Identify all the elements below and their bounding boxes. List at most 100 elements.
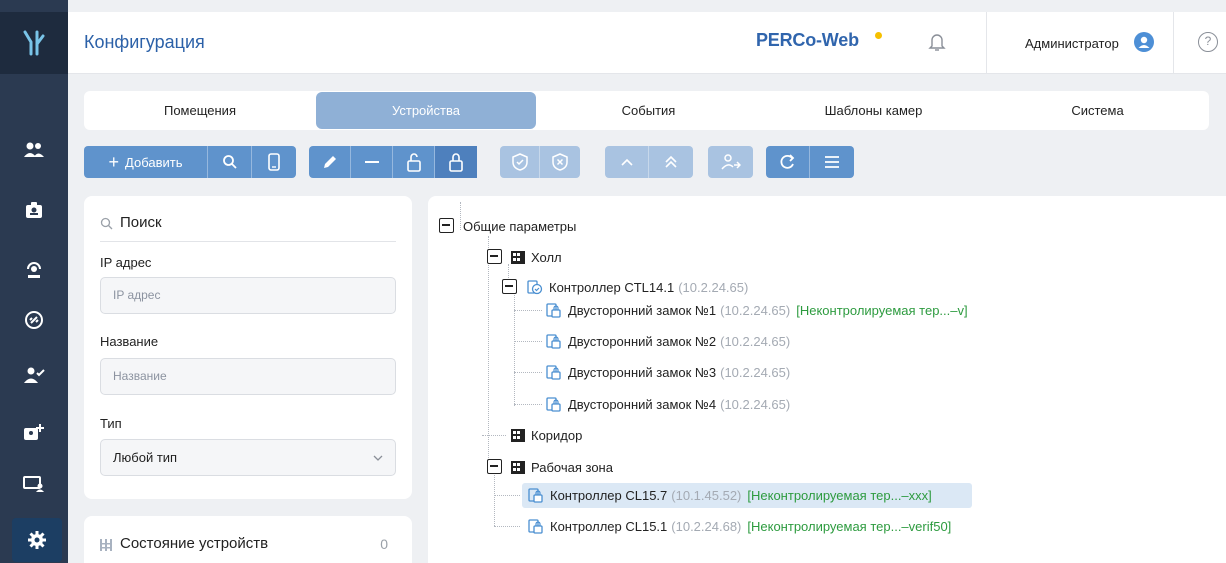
- building-icon: [511, 428, 525, 442]
- shield-check-icon: [511, 153, 528, 171]
- toolbar-group-collapse: [605, 146, 693, 178]
- user-avatar-icon[interactable]: [1134, 32, 1154, 52]
- search-header: Поиск: [100, 214, 396, 242]
- collapse-toggle[interactable]: [487, 459, 502, 474]
- toolbar-group-assign: [708, 146, 753, 178]
- search-icon: [100, 217, 113, 230]
- left-navigation: [0, 0, 68, 563]
- collapse-button[interactable]: [605, 146, 649, 178]
- lock-device-icon: [546, 397, 561, 412]
- add-button[interactable]: + Добавить: [84, 146, 208, 178]
- lock-2-ip: (10.2.24.65): [720, 333, 791, 349]
- tree-node-root[interactable]: Общие параметры: [463, 215, 576, 237]
- device-status-count: 0: [380, 536, 388, 552]
- remove-button[interactable]: [351, 146, 393, 178]
- controller-lock-icon: [528, 519, 543, 534]
- tab-events[interactable]: События: [536, 91, 761, 130]
- double-chevron-up-icon: [665, 155, 677, 168]
- controller-cl15-7-name: Контроллер CL15.7: [550, 487, 668, 503]
- shield-x-icon: [552, 153, 568, 171]
- nav-users-icon[interactable]: [0, 128, 68, 172]
- tree-node-corridor[interactable]: Коридор: [511, 424, 582, 446]
- main-tabs: Помещения Устройства События Шаблоны кам…: [84, 91, 1209, 130]
- menu-button[interactable]: [810, 146, 854, 178]
- tree-line: [488, 236, 489, 464]
- separator: [1173, 12, 1174, 74]
- tree-node-hall-label: Холл: [531, 249, 562, 265]
- top-bar: Конфигурация PERCo-Web Администратор ?: [68, 12, 1226, 74]
- lock-button[interactable]: [435, 146, 477, 178]
- tree-node-corridor-label: Коридор: [531, 427, 583, 443]
- nav-link-icon[interactable]: [0, 298, 68, 342]
- ip-label: IP адрес: [100, 255, 152, 270]
- tree-node-lock-4[interactable]: Двусторонний замок №4 (10.2.24.65): [546, 393, 790, 415]
- assign-button[interactable]: [708, 146, 753, 178]
- lock-1-zone-note: [Неконтролируемая тер...–v]: [796, 302, 968, 318]
- tree-node-controller-cl15-7[interactable]: Контроллер CL15.7 (10.1.45.52) [Неконтро…: [528, 484, 932, 506]
- tree-node-lock-3[interactable]: Двусторонний замок №3 (10.2.24.65): [546, 361, 790, 383]
- edit-button[interactable]: [309, 146, 351, 178]
- help-icon[interactable]: ?: [1198, 32, 1218, 52]
- tab-system[interactable]: Система: [986, 91, 1209, 130]
- notifications-bell-icon[interactable]: [928, 32, 946, 57]
- tree-line: [482, 435, 506, 436]
- controller-cl15-1-name: Контроллер CL15.1: [550, 518, 668, 534]
- device-status-panel[interactable]: Состояние устройств 0: [84, 516, 412, 563]
- tree-node-controller-cl15-1[interactable]: Контроллер CL15.1 (10.2.24.68) [Неконтро…: [528, 515, 951, 537]
- tree-line: [514, 372, 542, 373]
- collapse-toggle[interactable]: [487, 249, 502, 264]
- brand-dot: [875, 32, 882, 39]
- ip-input[interactable]: IP адрес: [100, 277, 396, 314]
- nav-add-card-icon[interactable]: [0, 410, 68, 454]
- collapse-toggle[interactable]: [502, 279, 517, 294]
- device-button[interactable]: [252, 146, 296, 178]
- user-name[interactable]: Администратор: [1025, 36, 1119, 51]
- plus-icon: +: [108, 151, 120, 172]
- nav-user-check-icon[interactable]: [0, 353, 68, 397]
- unlock-icon: [406, 153, 421, 172]
- controller-cl15-7-ip: (10.1.45.52): [671, 487, 742, 503]
- tree-line: [460, 202, 461, 230]
- tree-node-hall[interactable]: Холл: [511, 246, 562, 268]
- controller-cl15-1-zone-note: [Неконтролируемая тер...–verif50]: [747, 518, 952, 534]
- search-button[interactable]: [208, 146, 252, 178]
- minus-icon: [364, 161, 379, 163]
- search-icon: [222, 155, 237, 169]
- brand-logo: PERCo-Web: [756, 30, 859, 50]
- collapse-all-button[interactable]: [649, 146, 693, 178]
- controller-cl15-1-ip: (10.2.24.68): [671, 518, 742, 534]
- lock-4-name: Двусторонний замок №4: [568, 396, 717, 412]
- type-select[interactable]: Любой тип: [100, 439, 396, 476]
- nav-monitor-user-icon[interactable]: [0, 462, 68, 506]
- disarm-button[interactable]: [540, 146, 580, 178]
- controller-check-icon: [527, 280, 543, 295]
- tree-node-workzone-label: Рабочая зона: [531, 459, 613, 475]
- collapse-toggle[interactable]: [439, 218, 454, 233]
- search-panel: Поиск IP адрес IP адрес Название Названи…: [84, 196, 412, 499]
- app-logo[interactable]: [0, 12, 68, 74]
- chevron-down-icon: [373, 455, 383, 461]
- tree-node-lock-2[interactable]: Двусторонний замок №2 (10.2.24.65): [546, 330, 790, 352]
- tree-node-controller-ctl14[interactable]: Контроллер CTL14.1 (10.2.24.65): [527, 276, 748, 298]
- tab-rooms[interactable]: Помещения: [84, 91, 316, 130]
- lock-3-ip: (10.2.24.65): [720, 364, 791, 380]
- arm-button[interactable]: [500, 146, 540, 178]
- device-status-title: Состояние устройств: [120, 535, 269, 552]
- tab-camera-templates[interactable]: Шаблоны камер: [761, 91, 986, 130]
- controller-cl15-7-zone-note: [Неконтролируемая тер...–xxx]: [747, 487, 932, 503]
- status-grid-icon: [100, 539, 112, 551]
- nav-settings-gear-icon[interactable]: [12, 518, 62, 562]
- nav-access-point-icon[interactable]: [0, 248, 68, 292]
- toolbar-group-add: + Добавить: [84, 146, 296, 178]
- device-icon: [268, 153, 280, 171]
- lock-device-icon: [546, 334, 561, 349]
- lock-1-name: Двусторонний замок №1: [568, 302, 717, 318]
- tab-devices[interactable]: Устройства: [316, 92, 536, 129]
- type-select-value: Любой тип: [113, 450, 178, 465]
- tree-node-lock-1[interactable]: Двусторонний замок №1 (10.2.24.65) [Неко…: [546, 299, 968, 321]
- nav-employee-card-icon[interactable]: [0, 188, 68, 232]
- refresh-button[interactable]: [766, 146, 810, 178]
- tree-node-workzone[interactable]: Рабочая зона: [511, 456, 613, 478]
- name-input[interactable]: Название: [100, 358, 396, 395]
- unlock-button[interactable]: [393, 146, 435, 178]
